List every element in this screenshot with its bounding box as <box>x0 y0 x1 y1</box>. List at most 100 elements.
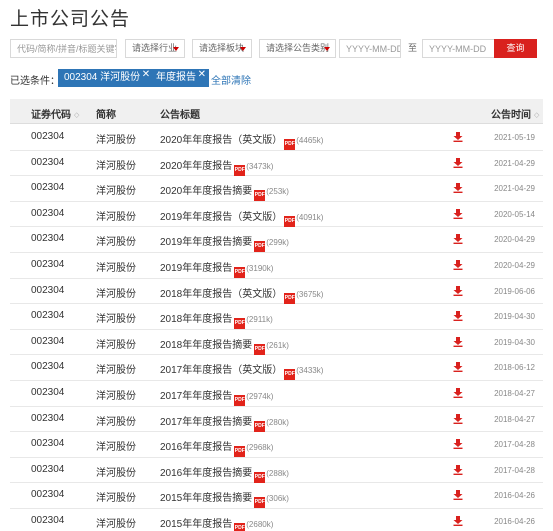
row-title-link[interactable]: 2017年年度报告摘要 PDF (280k) <box>160 413 289 432</box>
row-title[interactable]: 2019年年度报告（英文版） <box>160 212 282 223</box>
download-icon[interactable] <box>453 336 463 347</box>
download-icon[interactable] <box>453 464 463 475</box>
table-row: 002304 洋河股份 2016年年度报告 PDF (2968k) 2017-04-28 <box>10 432 543 458</box>
row-title-link[interactable]: 2016年年度报告 PDF (2968k) <box>160 438 273 458</box>
row-title-link[interactable]: 2017年年度报告（英文版） PDF (3433k) <box>160 361 323 381</box>
sector-select-label: 请选择板块 <box>199 43 245 53</box>
download-icon[interactable] <box>453 234 463 245</box>
sort-icon[interactable]: ◇ <box>74 111 79 119</box>
type-select[interactable]: 请选择公告类别 <box>259 39 336 58</box>
date-to-input[interactable] <box>429 40 494 57</box>
download-icon[interactable] <box>453 259 463 270</box>
pdf-icon[interactable]: PDF <box>254 343 266 355</box>
row-title[interactable]: 2020年年度报告（英文版） <box>160 135 282 146</box>
row-size: (2974k) <box>246 391 274 401</box>
row-title[interactable]: 2018年年度报告（英文版） <box>160 289 282 300</box>
date-from-input[interactable] <box>346 40 400 57</box>
row-title-link[interactable]: 2018年年度报告摘要 PDF (261k) <box>160 336 289 355</box>
table-row: 002304 洋河股份 2017年年度报告（英文版） PDF (3433k) 2018-0… <box>10 355 543 381</box>
search-input[interactable] <box>17 40 116 57</box>
row-title[interactable]: 2019年年度报告 <box>160 263 232 274</box>
download-icon[interactable] <box>453 311 463 322</box>
row-title-link[interactable]: 2015年年度报告摘要 PDF (306k) <box>160 489 289 509</box>
row-title-link[interactable]: 2019年年度报告（英文版） PDF (4091k) <box>160 208 323 227</box>
download-icon[interactable] <box>453 439 463 450</box>
download-icon[interactable] <box>453 490 463 501</box>
row-title[interactable]: 2017年年度报告（英文版） <box>160 365 282 376</box>
row-date: 2020-05-14 <box>494 209 535 219</box>
download-icon[interactable] <box>453 362 463 373</box>
sector-select[interactable]: 请选择板块 <box>192 39 252 58</box>
row-title[interactable]: 2020年年度报告摘要 <box>160 186 252 197</box>
row-size: (280k) <box>266 417 289 427</box>
row-title[interactable]: 2016年年度报告摘要 <box>160 468 252 479</box>
row-title[interactable]: 2019年年度报告摘要 <box>160 237 252 248</box>
pdf-icon[interactable]: PDF <box>284 139 296 150</box>
sort-icon[interactable]: ◇ <box>534 111 539 119</box>
row-title[interactable]: 2015年年度报告摘要 <box>160 493 252 504</box>
pdf-icon[interactable]: PDF <box>234 394 246 406</box>
date-to-field[interactable] <box>422 39 495 58</box>
query-button[interactable]: 查询 <box>494 39 537 58</box>
row-title-link[interactable]: 2018年年度报告 PDF (2911k) <box>160 310 273 330</box>
download-icon[interactable] <box>453 132 463 142</box>
pdf-icon[interactable]: PDF <box>234 164 246 176</box>
download-icon[interactable] <box>453 285 463 296</box>
download-icon[interactable] <box>453 157 463 168</box>
row-title[interactable]: 2020年年度报告 <box>160 161 232 172</box>
row-title[interactable]: 2015年年度报告 <box>160 519 232 530</box>
row-title[interactable]: 2017年年度报告摘要 <box>160 417 252 428</box>
pdf-icon[interactable]: PDF <box>234 266 246 278</box>
download-icon[interactable] <box>453 515 463 526</box>
industry-select[interactable]: 请选择行业 <box>125 39 185 58</box>
row-title-link[interactable]: 2020年年度报告 PDF (3473k) <box>160 157 273 176</box>
filter-tag[interactable]: 002304 洋河股份 ✕ <box>58 66 154 87</box>
header-date[interactable]: 公告时间 ◇ <box>491 106 539 121</box>
row-date: 2019-04-30 <box>494 337 535 347</box>
row-title-link[interactable]: 2020年年度报告（英文版） PDF (4465k) <box>160 131 323 150</box>
row-code: 002304 <box>31 386 65 398</box>
pdf-icon[interactable]: PDF <box>254 497 266 509</box>
download-icon[interactable] <box>453 183 463 194</box>
date-from-field[interactable] <box>339 39 401 58</box>
header-code[interactable]: 证券代码 ◇ <box>31 106 79 121</box>
search-field[interactable] <box>10 39 117 58</box>
pdf-icon[interactable]: PDF <box>284 215 296 227</box>
row-code: 002304 <box>31 182 65 194</box>
pdf-icon[interactable]: PDF <box>234 522 246 531</box>
download-icon[interactable] <box>453 413 463 424</box>
filter-tag[interactable]: 年度报告 ✕ <box>150 69 209 87</box>
row-title-link[interactable]: 2019年年度报告 PDF (3190k) <box>160 259 273 278</box>
clear-all-link[interactable]: 全部清除 <box>211 72 251 87</box>
row-title-link[interactable]: 2015年年度报告 PDF (2680k) <box>160 515 273 531</box>
close-icon[interactable]: ✕ <box>142 66 150 84</box>
row-title-link[interactable]: 2018年年度报告（英文版） PDF (3675k) <box>160 285 323 304</box>
pdf-icon[interactable]: PDF <box>234 446 246 458</box>
pdf-icon[interactable]: PDF <box>284 369 296 381</box>
pdf-icon[interactable]: PDF <box>254 241 266 253</box>
row-title[interactable]: 2018年年度报告摘要 <box>160 340 252 351</box>
header-date-label: 公告时间 <box>491 110 531 121</box>
close-icon[interactable]: ✕ <box>198 66 206 84</box>
row-date: 2016-04-26 <box>494 491 535 501</box>
row-size: (3675k) <box>296 289 324 299</box>
table-row: 002304 洋河股份 2017年年度报告 PDF (2974k) 2018-04-27 <box>10 381 543 407</box>
download-icon[interactable] <box>453 208 463 219</box>
download-icon[interactable] <box>453 387 463 398</box>
row-title-link[interactable]: 2020年年度报告摘要 PDF (253k) <box>160 182 289 202</box>
row-title-link[interactable]: 2017年年度报告 PDF (2974k) <box>160 387 273 406</box>
pdf-icon[interactable]: PDF <box>254 420 266 432</box>
row-name: 洋河股份 <box>96 339 136 351</box>
row-date: 2017-04-28 <box>494 465 535 475</box>
row-title[interactable]: 2017年年度报告 <box>160 391 232 402</box>
table-row: 002304 洋河股份 2019年年度报告摘要 PDF (299k) 2020-04-29 <box>10 227 543 253</box>
pdf-icon[interactable]: PDF <box>254 471 266 483</box>
row-title-link[interactable]: 2016年年度报告摘要 PDF (288k) <box>160 464 289 483</box>
pdf-icon[interactable]: PDF <box>284 292 296 304</box>
row-title-link[interactable]: 2019年年度报告摘要 PDF (299k) <box>160 233 289 253</box>
pdf-icon[interactable]: PDF <box>254 190 266 202</box>
row-title[interactable]: 2016年年度报告 <box>160 442 232 453</box>
pdf-icon[interactable]: PDF <box>234 318 246 330</box>
row-code: 002304 <box>31 489 65 501</box>
row-title[interactable]: 2018年年度报告 <box>160 314 232 325</box>
